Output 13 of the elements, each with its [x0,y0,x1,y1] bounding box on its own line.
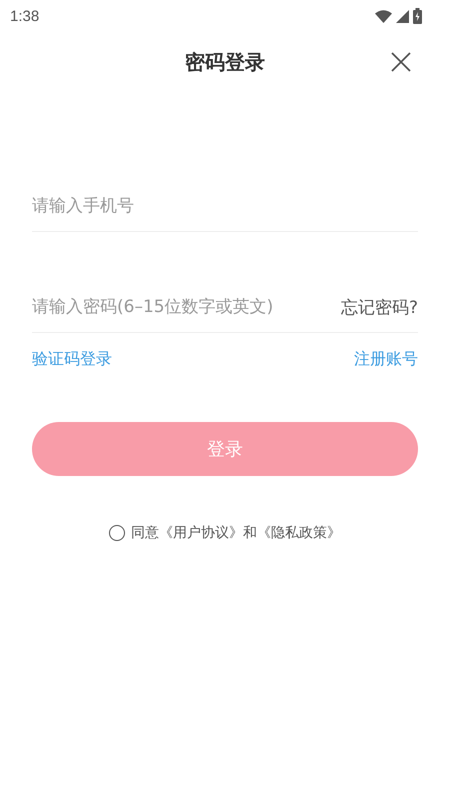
signal-icon [396,10,409,22]
forgot-password-link[interactable]: 忘记密码? [340,296,418,318]
phone-field[interactable]: 请输入手机号 [32,191,418,221]
wifi-icon [375,10,392,22]
sms-login-link[interactable]: 验证码登录 [32,349,112,370]
close-icon[interactable] [390,51,412,73]
page-title: 密码登录 [185,48,265,76]
battery-icon [413,8,422,24]
password-field[interactable]: 请输入密码(6–15位数字或英文) [32,292,341,322]
agreement-text: 同意《用户协议》和《隐私政策》 [131,524,341,542]
register-link[interactable]: 注册账号 [354,349,418,370]
agree-radio[interactable] [109,525,125,541]
status-time: 1:38 [10,8,40,24]
